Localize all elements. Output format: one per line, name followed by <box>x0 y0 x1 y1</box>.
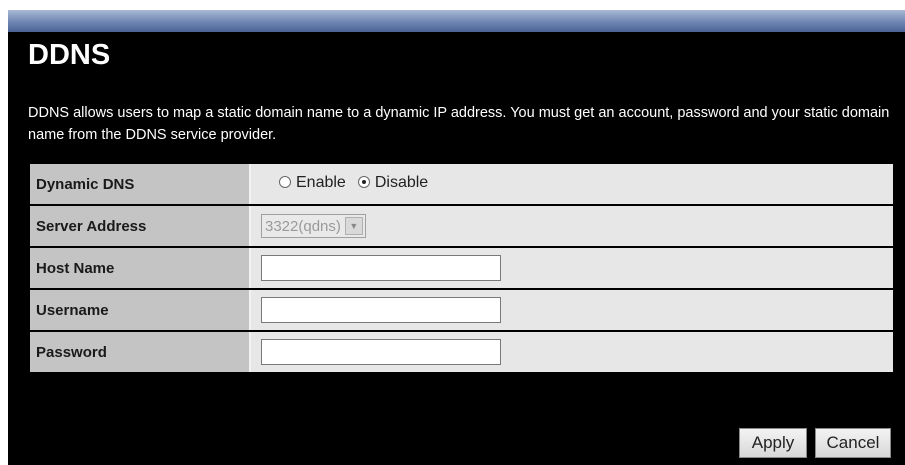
enable-radio[interactable] <box>279 176 291 188</box>
form-buttons: Apply Cancel <box>739 428 891 458</box>
row-password: Password <box>30 332 893 372</box>
host-name-label: Host Name <box>30 248 251 288</box>
row-host-name: Host Name <box>30 248 893 288</box>
password-input[interactable] <box>261 339 501 365</box>
dynamic-dns-radio-group: Enable Disable <box>279 174 440 192</box>
dynamic-dns-value: Enable Disable <box>251 164 893 204</box>
server-address-select[interactable]: 3322(qdns) ▼ <box>261 214 366 238</box>
server-address-label: Server Address <box>30 206 251 246</box>
password-value <box>251 332 893 372</box>
ddns-form: Dynamic DNS Enable Disable Server Addres… <box>30 162 893 374</box>
username-label: Username <box>30 290 251 330</box>
ddns-panel: DDNS DDNS allows users to map a static d… <box>8 10 905 465</box>
host-name-value <box>251 248 893 288</box>
chevron-down-icon[interactable]: ▼ <box>344 217 363 235</box>
header-bar <box>8 10 905 32</box>
cancel-button[interactable]: Cancel <box>815 428 891 458</box>
page-description: DDNS allows users to map a static domain… <box>28 105 890 143</box>
dynamic-dns-label: Dynamic DNS <box>30 164 251 204</box>
username-value <box>251 290 893 330</box>
row-username: Username <box>30 290 893 330</box>
apply-button[interactable]: Apply <box>739 428 807 458</box>
row-server-address: Server Address 3322(qdns) ▼ <box>30 206 893 246</box>
row-dynamic-dns: Dynamic DNS Enable Disable <box>30 164 893 204</box>
enable-radio-label[interactable]: Enable <box>296 174 346 192</box>
host-name-input[interactable] <box>261 255 501 281</box>
disable-radio[interactable] <box>357 176 370 188</box>
username-input[interactable] <box>261 297 501 323</box>
server-address-value: 3322(qdns) ▼ <box>251 206 893 246</box>
server-address-selected: 3322(qdns) <box>265 217 341 235</box>
page-title: DDNS <box>28 39 111 71</box>
password-label: Password <box>30 332 251 372</box>
disable-radio-label[interactable]: Disable <box>375 174 428 192</box>
